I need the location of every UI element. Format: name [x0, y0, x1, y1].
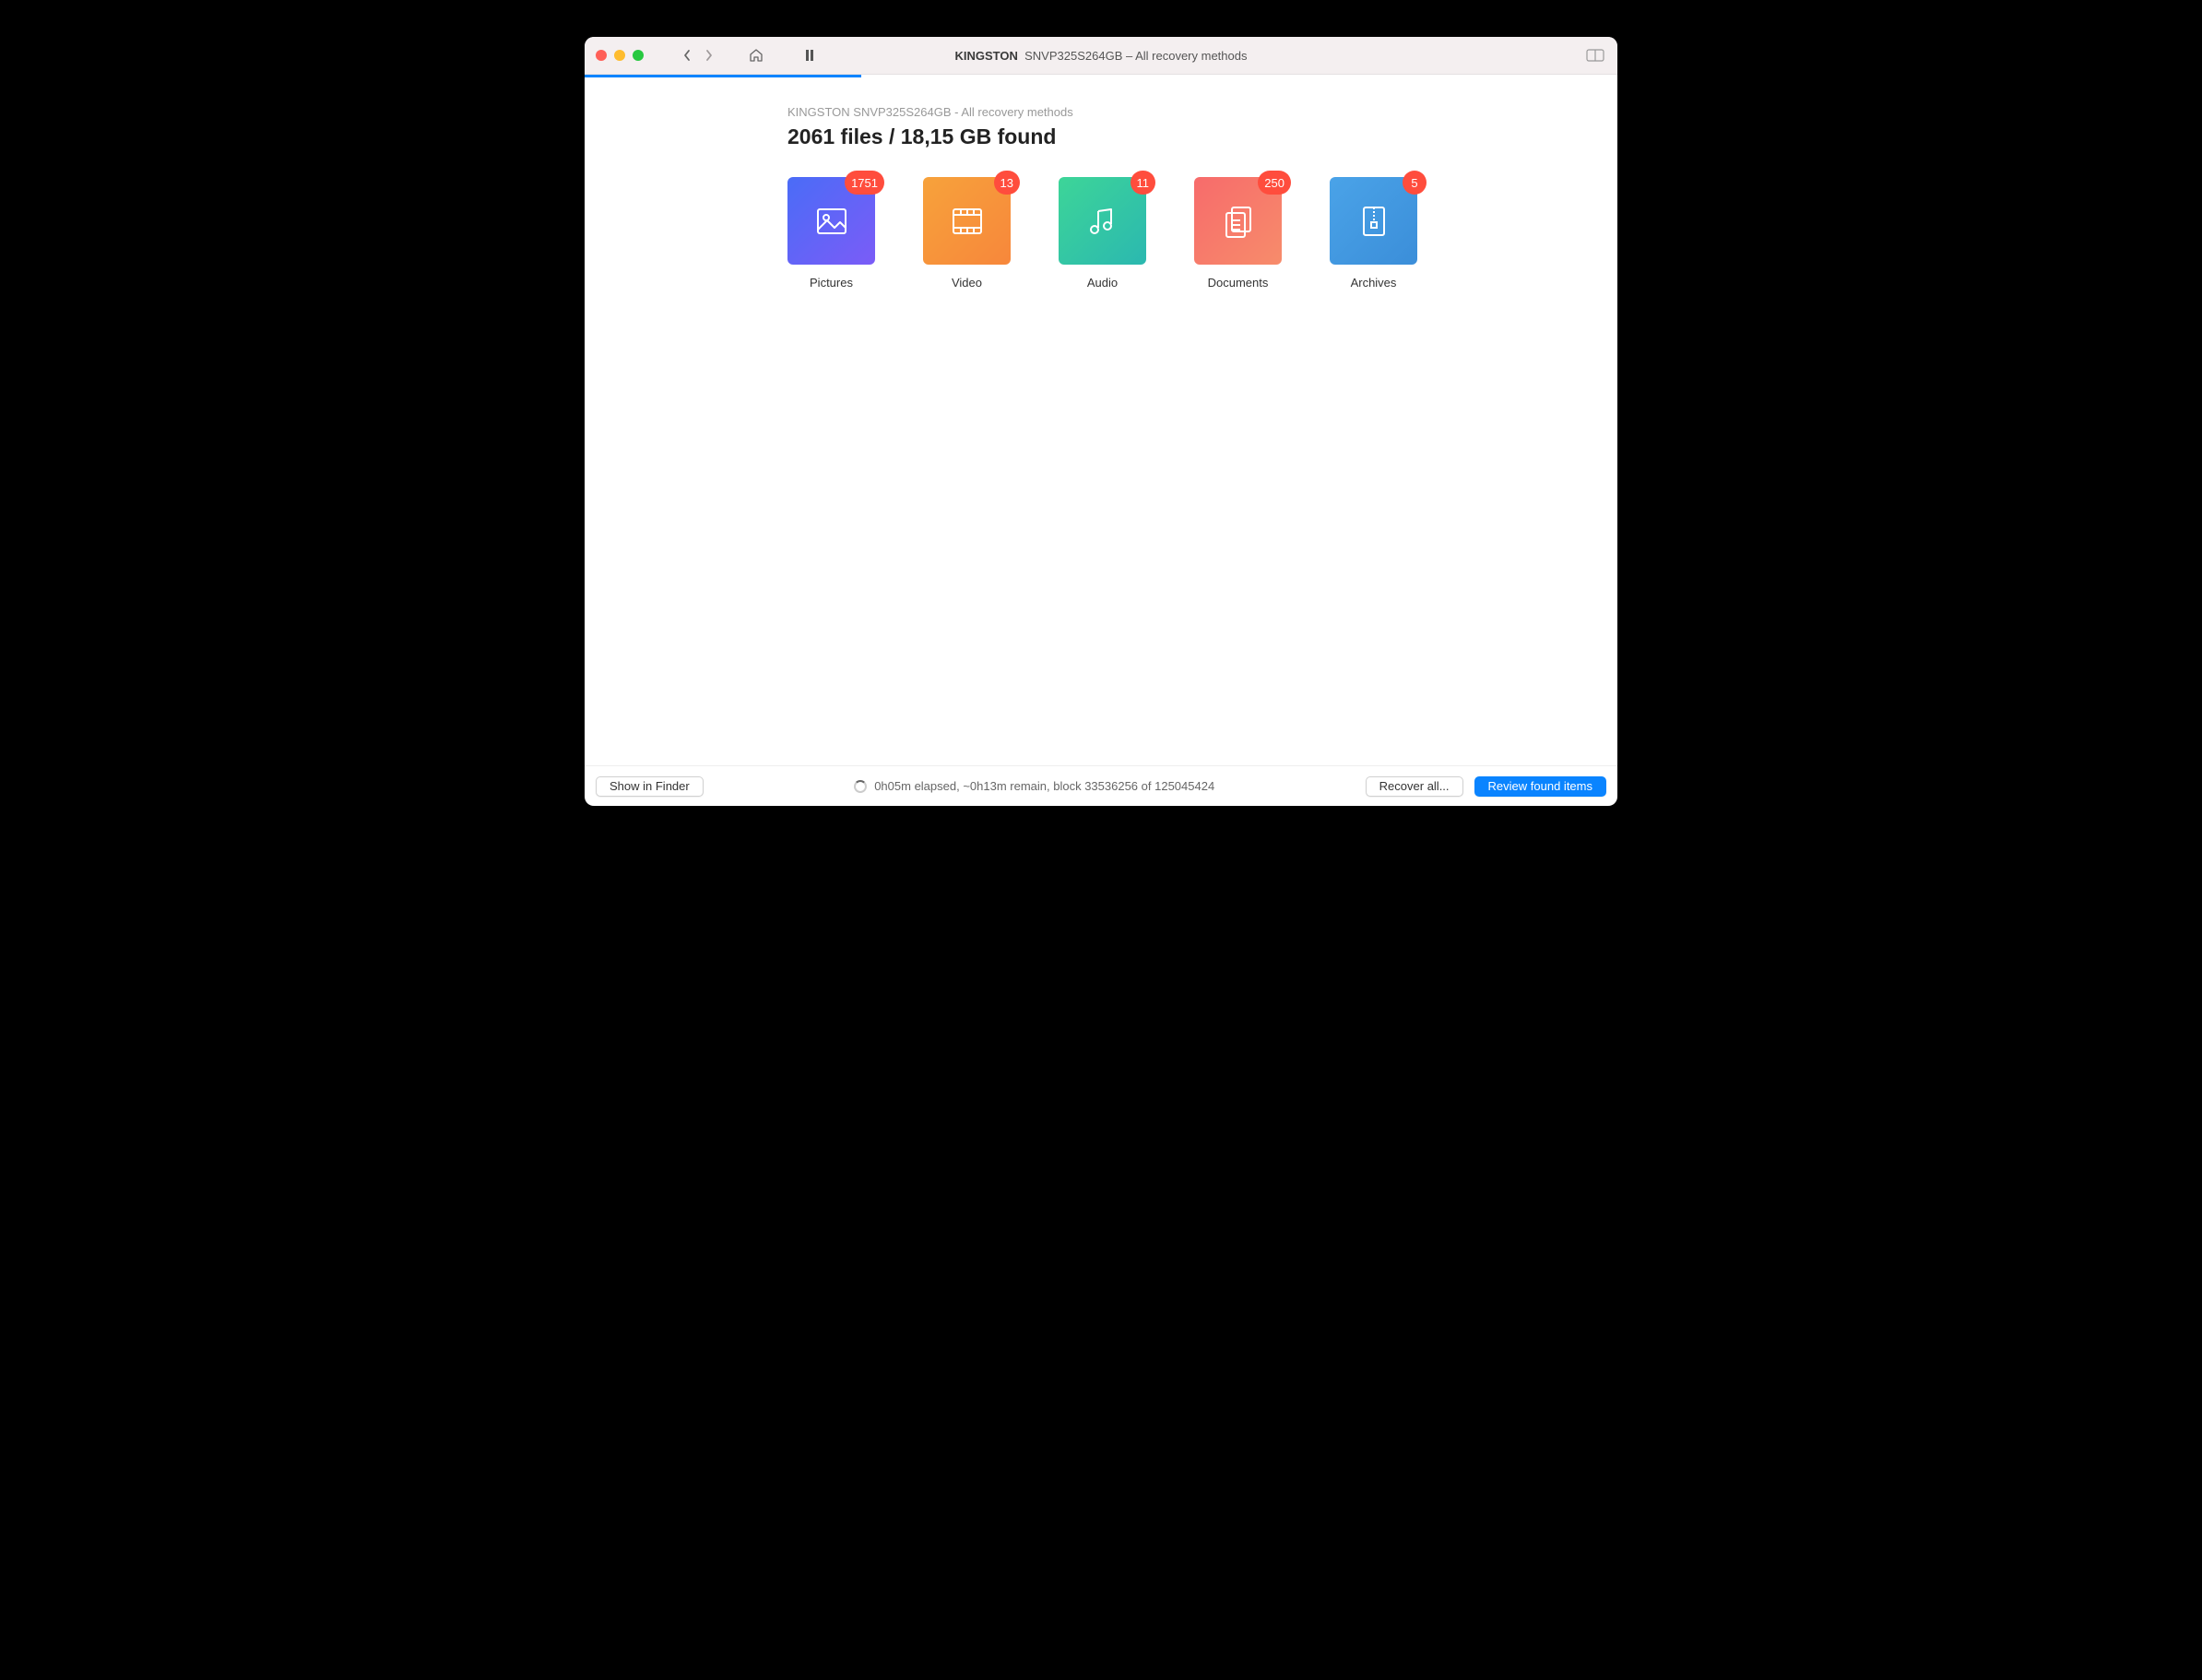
home-icon — [748, 47, 764, 64]
footer-bar: Show in Finder 0h05m elapsed, ~0h13m rem… — [585, 765, 1617, 806]
zoom-window-button[interactable] — [633, 50, 644, 61]
spinner-icon — [854, 780, 867, 793]
audio-icon — [1083, 202, 1122, 241]
video-label: Video — [952, 276, 982, 290]
audio-count-badge: 11 — [1131, 171, 1156, 195]
documents-tile: 250 — [1194, 177, 1282, 265]
close-window-button[interactable] — [596, 50, 607, 61]
recover-all-button[interactable]: Recover all... — [1366, 776, 1463, 797]
chevron-right-icon — [704, 49, 714, 62]
video-tile: 13 — [923, 177, 1011, 265]
audio-label: Audio — [1087, 276, 1118, 290]
pictures-count-badge: 1751 — [845, 171, 884, 195]
category-video[interactable]: 13 Video — [923, 177, 1011, 290]
documents-label: Documents — [1208, 276, 1269, 290]
archives-tile: 5 — [1330, 177, 1417, 265]
window-title-bold: KINGSTON — [955, 49, 1018, 63]
scan-progress-fill — [585, 75, 861, 77]
app-window: KINGSTON SNVP325S264GB – All recovery me… — [585, 37, 1617, 806]
documents-icon — [1219, 202, 1258, 241]
archives-count-badge: 5 — [1403, 171, 1427, 195]
category-pictures[interactable]: 1751 Pictures — [787, 177, 875, 290]
scan-status-text: 0h05m elapsed, ~0h13m remain, block 3353… — [874, 779, 1214, 793]
back-button[interactable] — [677, 45, 697, 65]
minimize-window-button[interactable] — [614, 50, 625, 61]
category-audio[interactable]: 11 Audio — [1059, 177, 1146, 290]
audio-tile: 11 — [1059, 177, 1146, 265]
pause-icon — [805, 49, 814, 62]
nav-arrows — [677, 45, 719, 65]
documents-count-badge: 250 — [1258, 171, 1291, 195]
video-count-badge: 13 — [994, 171, 1020, 195]
results-headline: 2061 files / 18,15 GB found — [787, 124, 1617, 149]
pause-button[interactable] — [800, 46, 819, 65]
breadcrumb: KINGSTON SNVP325S264GB - All recovery me… — [787, 105, 1617, 119]
scan-status: 0h05m elapsed, ~0h13m remain, block 3353… — [854, 779, 1214, 793]
window-title: KINGSTON SNVP325S264GB – All recovery me… — [585, 49, 1617, 63]
scan-progress-bar — [585, 75, 1617, 77]
content-area: KINGSTON SNVP325S264GB - All recovery me… — [585, 77, 1617, 765]
titlebar: KINGSTON SNVP325S264GB – All recovery me… — [585, 37, 1617, 75]
panel-toggle-button[interactable] — [1584, 46, 1606, 65]
pictures-label: Pictures — [810, 276, 853, 290]
home-button[interactable] — [745, 44, 767, 66]
archives-icon — [1355, 202, 1393, 241]
video-icon — [948, 202, 987, 241]
review-found-items-button[interactable]: Review found items — [1474, 776, 1606, 797]
forward-button[interactable] — [699, 45, 719, 65]
show-in-finder-button[interactable]: Show in Finder — [596, 776, 704, 797]
window-controls — [596, 50, 644, 61]
chevron-left-icon — [682, 49, 692, 62]
pictures-icon — [812, 202, 851, 241]
panel-icon — [1586, 49, 1604, 62]
category-archives[interactable]: 5 Archives — [1330, 177, 1417, 290]
category-documents[interactable]: 250 Documents — [1194, 177, 1282, 290]
category-grid: 1751 Pictures 13 Video 11 Audio 250 Documents 5 A… — [787, 177, 1617, 290]
pictures-tile: 1751 — [787, 177, 875, 265]
window-title-rest: SNVP325S264GB – All recovery methods — [1024, 49, 1247, 63]
archives-label: Archives — [1351, 276, 1397, 290]
